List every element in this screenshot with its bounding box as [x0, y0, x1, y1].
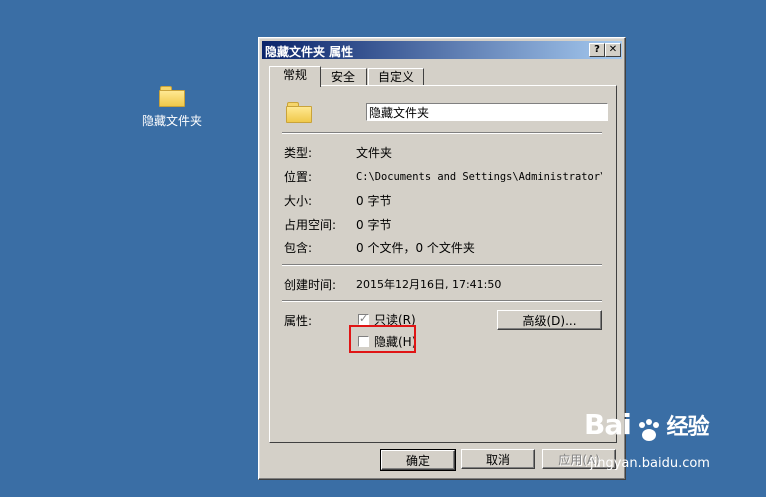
size-label: 大小: [284, 194, 313, 208]
created-value: 2015年12月16日, 17:41:50 [356, 278, 502, 291]
properties-dialog: 隐藏文件夹 属性 ? ✕ 常规 安全 自定义 隐藏文件夹 类型: 文件夹 位置:… [258, 37, 626, 480]
desktop-folder[interactable]: 隐藏文件夹 [132, 86, 212, 129]
dialog-title: 隐藏文件夹 属性 [265, 45, 354, 59]
size-value: 0 字节 [356, 194, 392, 208]
watermark-url: jingyan.baidu.com [590, 456, 710, 471]
size-on-disk-value: 0 字节 [356, 218, 392, 232]
ok-button[interactable]: 确定 [380, 449, 456, 471]
separator [282, 264, 602, 266]
contains-value: 0 个文件，0 个文件夹 [356, 241, 475, 255]
type-label: 类型: [284, 146, 313, 160]
created-label: 创建时间: [284, 278, 337, 292]
attributes-label: 属性: [284, 314, 313, 328]
title-bar[interactable]: 隐藏文件夹 属性 ? ✕ [262, 41, 622, 59]
tab-general[interactable]: 常规 [269, 66, 321, 87]
folder-icon [159, 86, 185, 107]
watermark-logo-left: Bai [584, 408, 632, 441]
desktop-folder-label: 隐藏文件夹 [141, 114, 202, 128]
cancel-button[interactable]: 取消 [461, 449, 535, 469]
watermark-logo-right: 经验 [666, 415, 710, 440]
baidu-watermark: Bai 经验 jingyan.baidu.com [584, 408, 710, 471]
separator [282, 300, 602, 302]
size-on-disk-label: 占用空间: [284, 218, 337, 232]
highlight-box [349, 325, 416, 353]
readonly-checkbox[interactable] [358, 312, 369, 325]
separator [282, 132, 602, 134]
general-panel: 隐藏文件夹 类型: 文件夹 位置: C:\Documents and Setti… [269, 85, 617, 443]
folder-icon [286, 102, 312, 123]
type-value: 文件夹 [356, 146, 393, 160]
paw-icon [638, 418, 659, 441]
help-button[interactable]: ? [589, 43, 605, 57]
close-button[interactable]: ✕ [605, 43, 621, 57]
location-label: 位置: [284, 170, 313, 184]
advanced-button[interactable]: 高级(D)... [497, 310, 602, 330]
contains-label: 包含: [284, 241, 313, 255]
location-value: C:\Documents and Settings\Administrator\… [356, 171, 602, 183]
folder-name-input[interactable]: 隐藏文件夹 [366, 103, 608, 121]
